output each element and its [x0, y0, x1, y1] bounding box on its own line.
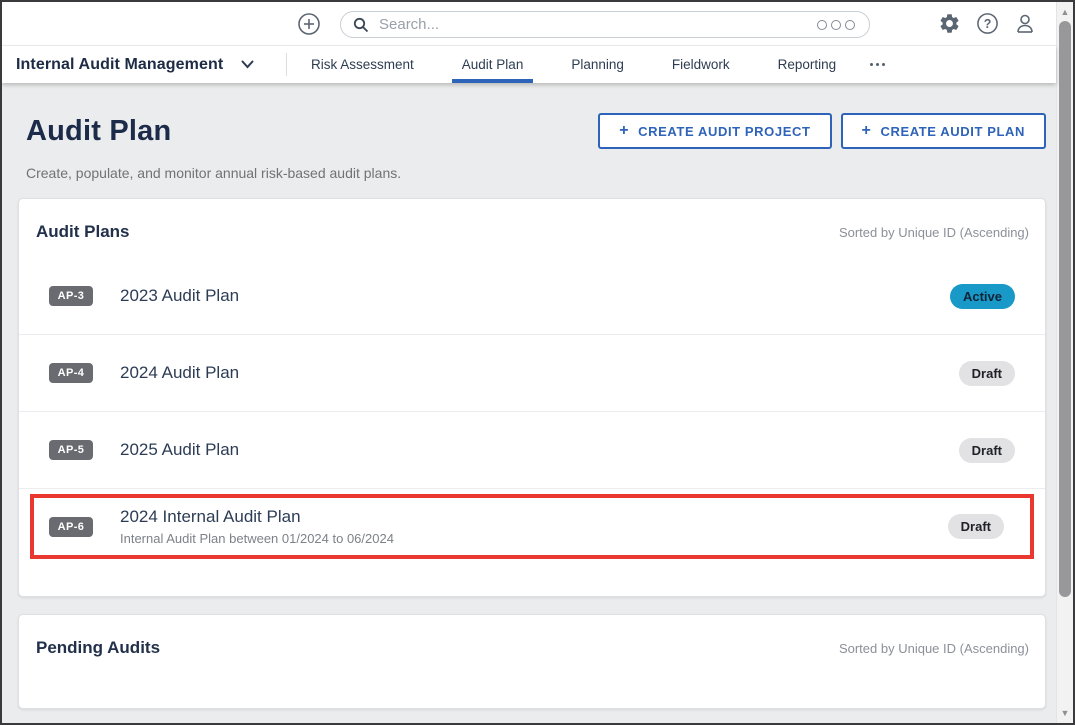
main-content: Audit Plan + CREATE AUDIT PROJECT + CREA… [2, 83, 1056, 723]
vertical-scrollbar[interactable]: ▲ ▼ [1056, 2, 1073, 723]
row-id-badge: AP-6 [49, 517, 93, 537]
tab-audit-plan[interactable]: Audit Plan [438, 46, 548, 83]
scrollbar-down-arrow-icon[interactable]: ▼ [1057, 707, 1073, 719]
row-inner[interactable]: AP-4 2024 Audit Plan Draft [19, 335, 1045, 411]
tab-planning[interactable]: Planning [547, 46, 648, 83]
audit-plans-card: Audit Plans Sorted by Unique ID (Ascendi… [18, 198, 1046, 597]
row-id-badge: AP-4 [49, 363, 93, 383]
pending-audits-title: Pending Audits [36, 638, 160, 658]
audit-plans-title: Audit Plans [36, 222, 130, 242]
plus-icon: + [862, 123, 872, 139]
create-audit-project-button[interactable]: + CREATE AUDIT PROJECT [598, 113, 831, 149]
pending-audits-sort-label: Sorted by Unique ID (Ascending) [839, 641, 1029, 656]
plus-icon: + [619, 123, 629, 139]
row-id-badge: AP-3 [49, 286, 93, 306]
pending-audits-card: Pending Audits Sorted by Unique ID (Asce… [18, 614, 1046, 709]
status-badge: Draft [959, 361, 1015, 386]
status-badge: Active [950, 284, 1015, 309]
row-text: 2023 Audit Plan [120, 286, 239, 306]
app-switcher-dropdown[interactable]: Internal Audit Management [2, 46, 286, 83]
nav-more-ellipsis-icon[interactable] [860, 46, 895, 83]
user-profile-icon[interactable] [1013, 12, 1037, 36]
tab-risk-assessment[interactable]: Risk Assessment [287, 46, 438, 83]
row-title[interactable]: 2024 Internal Audit Plan [120, 507, 394, 527]
page-header: Audit Plan + CREATE AUDIT PROJECT + CREA… [26, 113, 1046, 149]
row-subtitle: Internal Audit Plan between 01/2024 to 0… [120, 531, 394, 546]
status-badge: Draft [948, 514, 1004, 539]
create-audit-plan-label: CREATE AUDIT PLAN [880, 124, 1025, 139]
svg-text:?: ? [984, 17, 992, 31]
settings-gear-icon[interactable] [938, 12, 962, 36]
app-window: ? Internal Audit Management Risk Assessm… [0, 0, 1075, 725]
row-inner[interactable]: AP-5 2025 Audit Plan Draft [19, 412, 1045, 488]
table-row[interactable]: AP-5 2025 Audit Plan Draft [19, 411, 1045, 488]
row-text: 2025 Audit Plan [120, 440, 239, 460]
audit-plans-sort-label: Sorted by Unique ID (Ascending) [839, 225, 1029, 240]
row-text: 2024 Internal Audit Plan Internal Audit … [120, 507, 394, 546]
status-badge: Draft [959, 438, 1015, 463]
search-input[interactable] [377, 15, 817, 34]
add-icon[interactable] [297, 12, 321, 36]
tab-reporting[interactable]: Reporting [754, 46, 861, 83]
audit-plans-card-header: Audit Plans Sorted by Unique ID (Ascendi… [19, 199, 1045, 258]
create-audit-plan-button[interactable]: + CREATE AUDIT PLAN [841, 113, 1046, 149]
page-description: Create, populate, and monitor annual ris… [26, 165, 1046, 181]
audit-plans-list: AP-3 2023 Audit Plan Active AP-4 2024 Au… [19, 258, 1045, 565]
search-bar[interactable] [340, 11, 870, 38]
page-title: Audit Plan [26, 115, 171, 148]
header-buttons: + CREATE AUDIT PROJECT + CREATE AUDIT PL… [598, 113, 1046, 149]
row-inner[interactable]: AP-6 2024 Internal Audit Plan Internal A… [30, 494, 1034, 559]
row-title[interactable]: 2024 Audit Plan [120, 363, 239, 383]
search-options-ellipsis-icon[interactable] [817, 20, 855, 30]
row-title[interactable]: 2023 Audit Plan [120, 286, 239, 306]
help-icon[interactable]: ? [976, 12, 1000, 36]
top-bar: ? [2, 2, 1056, 46]
app-name: Internal Audit Management [16, 56, 223, 74]
table-row[interactable]: AP-6 2024 Internal Audit Plan Internal A… [19, 488, 1045, 565]
row-inner[interactable]: AP-3 2023 Audit Plan Active [19, 258, 1045, 334]
row-title[interactable]: 2025 Audit Plan [120, 440, 239, 460]
table-row[interactable]: AP-3 2023 Audit Plan Active [19, 258, 1045, 334]
search-icon [353, 17, 369, 33]
row-id-badge: AP-5 [49, 440, 93, 460]
nav-tabs: Risk Assessment Audit Plan Planning Fiel… [287, 46, 895, 83]
chevron-down-icon [241, 60, 254, 69]
row-text: 2024 Audit Plan [120, 363, 239, 383]
nav-bar: Internal Audit Management Risk Assessmen… [2, 46, 1056, 83]
tab-fieldwork[interactable]: Fieldwork [648, 46, 754, 83]
scrollbar-up-arrow-icon[interactable]: ▲ [1057, 6, 1073, 18]
create-audit-project-label: CREATE AUDIT PROJECT [638, 124, 810, 139]
table-row[interactable]: AP-4 2024 Audit Plan Draft [19, 334, 1045, 411]
pending-audits-card-header: Pending Audits Sorted by Unique ID (Asce… [19, 615, 1045, 674]
scrollbar-thumb[interactable] [1059, 21, 1071, 597]
